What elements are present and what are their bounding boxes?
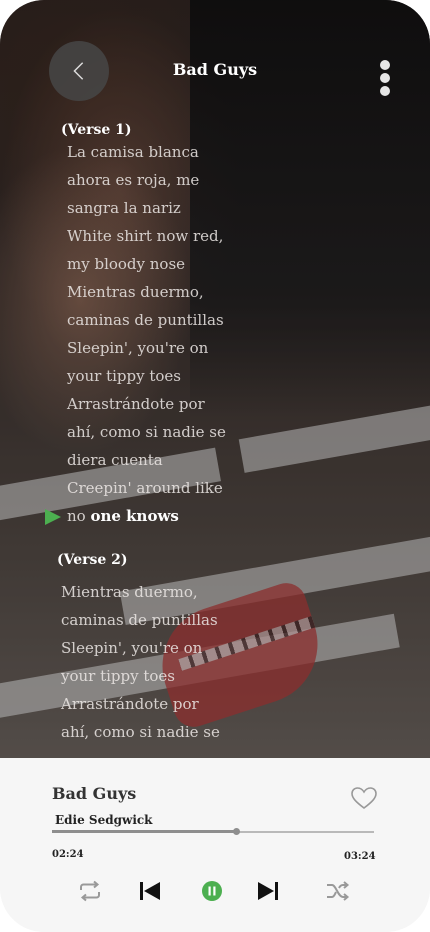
music-player-screen: Bad Guys (Verse 1) La camisa blanca ahor…: [0, 0, 430, 932]
current-lyric-line: no one knows: [67, 507, 179, 525]
lyric-line: ahí, como si nadie se: [67, 423, 226, 441]
progress-fill: [52, 830, 236, 833]
lyric-line: caminas de puntillas: [61, 611, 218, 629]
lyric-line: your tippy toes: [61, 667, 176, 685]
lyric-line: Creepin' around like: [67, 479, 223, 497]
lyric-line: diera cuenta: [67, 451, 163, 469]
lyric-line: Sleepin', you're on: [67, 339, 209, 357]
lyrics-panel[interactable]: (Verse 1) La camisa blanca ahora es roja…: [0, 120, 430, 741]
verse-label: (Verse 2): [57, 552, 128, 568]
song-title: Bad Guys: [52, 784, 137, 803]
lyric-line: ahora es roja, me: [67, 171, 200, 189]
previous-button[interactable]: [135, 876, 165, 906]
total-time: 03:24: [344, 851, 376, 862]
repeat-icon: [80, 880, 100, 902]
play-triangle-icon: [45, 509, 61, 525]
play-pause-button[interactable]: [197, 876, 227, 906]
shuffle-icon: [327, 881, 350, 901]
pause-circle-icon: [202, 881, 222, 901]
next-button[interactable]: [253, 876, 283, 906]
lyric-line: Mientras duermo,: [67, 283, 204, 301]
lyric-line: Arrastrándote por: [61, 695, 199, 713]
shuffle-button[interactable]: [323, 876, 353, 906]
elapsed-time: 02:24: [52, 849, 84, 860]
verse-label: (Verse 1): [61, 122, 132, 138]
lyric-line: La camisa blanca: [67, 143, 199, 161]
progress-bar[interactable]: [52, 828, 374, 835]
heart-outline-icon[interactable]: [350, 786, 378, 810]
playback-controls: [0, 876, 430, 906]
player-panel: Bad Guys Edie Sedgwick 02:24 03:24: [0, 758, 430, 932]
lyric-line: ahí, como si nadie se: [61, 723, 220, 741]
lyric-line: Sleepin', you're on: [61, 639, 203, 657]
progress-handle[interactable]: [232, 828, 240, 835]
lyric-line: caminas de puntillas: [67, 311, 224, 329]
current-lyric-highlight: one knows: [90, 507, 179, 525]
skip-previous-icon: [140, 882, 160, 900]
lyric-line: my bloody nose: [67, 255, 186, 273]
lyric-line: your tippy toes: [67, 367, 182, 385]
lyric-line: Mientras duermo,: [61, 583, 198, 601]
artist-name[interactable]: Edie Sedgwick: [55, 813, 153, 827]
lyric-line: Arrastrándote por: [67, 395, 205, 413]
lyric-line: sangra la nariz: [67, 199, 181, 217]
more-vertical-icon: [380, 60, 390, 70]
lyric-line: White shirt now red,: [67, 227, 224, 245]
skip-next-icon: [258, 882, 278, 900]
more-options-button[interactable]: [378, 60, 392, 96]
page-title: Bad Guys: [172, 60, 258, 79]
repeat-button[interactable]: [75, 876, 105, 906]
